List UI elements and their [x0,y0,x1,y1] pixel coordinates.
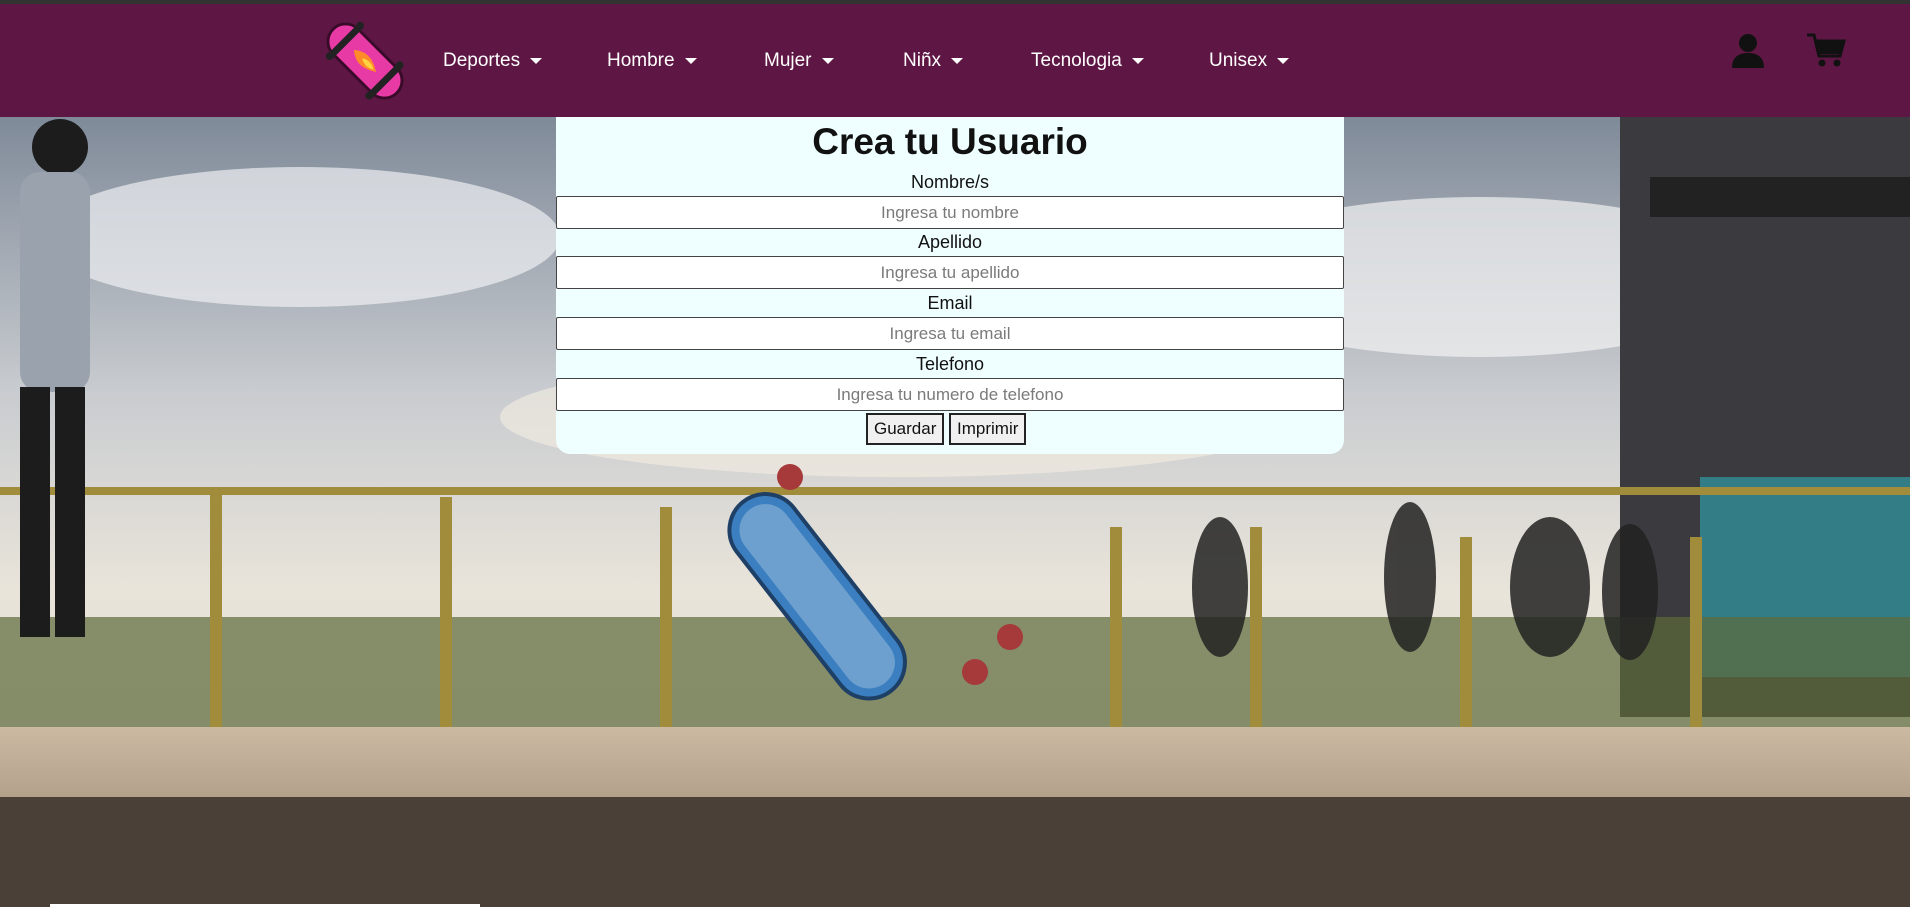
nav-item-label: Tecnologia [1031,50,1122,71]
caret-down-icon [530,58,543,64]
email-input[interactable] [556,317,1344,350]
caret-down-icon [1277,58,1290,64]
print-button[interactable]: Imprimir [949,413,1027,445]
nav-item-label: Niñx [903,50,942,71]
nav-item-label: Mujer [764,50,812,71]
nav-item-tecnologia[interactable]: Tecnologia [1031,50,1144,72]
phone-label: Telefono [915,354,985,374]
caret-down-icon [821,58,834,64]
main-navbar: Deportes Hombre Mujer Niñx Tecnologia Un… [0,4,1910,117]
user-icon[interactable] [1730,32,1766,70]
nav-item-label: Unisex [1209,50,1268,71]
nav-item-mujer[interactable]: Mujer [764,50,834,72]
save-button[interactable]: Guardar [866,413,945,445]
last-name-label: Apellido [917,232,983,252]
cart-icon[interactable] [1806,32,1846,68]
form-title: Crea tu Usuario [812,121,1088,162]
phone-input[interactable] [556,378,1344,411]
nav-item-deportes[interactable]: Deportes [443,50,543,72]
nav-item-hombre[interactable]: Hombre [607,50,697,72]
nav-item-label: Deportes [443,50,521,71]
caret-down-icon [951,58,964,64]
last-name-input[interactable] [556,256,1344,289]
nav-item-unisex[interactable]: Unisex [1209,50,1290,72]
nav-item-ninx[interactable]: Niñx [903,50,964,72]
first-name-label: Nombre/s [910,172,990,192]
caret-down-icon [1131,58,1144,64]
caret-down-icon [684,58,697,64]
email-label: Email [927,293,973,313]
create-user-form: Crea tu Usuario Nombre/s Apellido Email … [556,117,1344,454]
skateboard-logo[interactable] [316,12,414,110]
nav-item-label: Hombre [607,50,675,71]
first-name-input[interactable] [556,196,1344,229]
